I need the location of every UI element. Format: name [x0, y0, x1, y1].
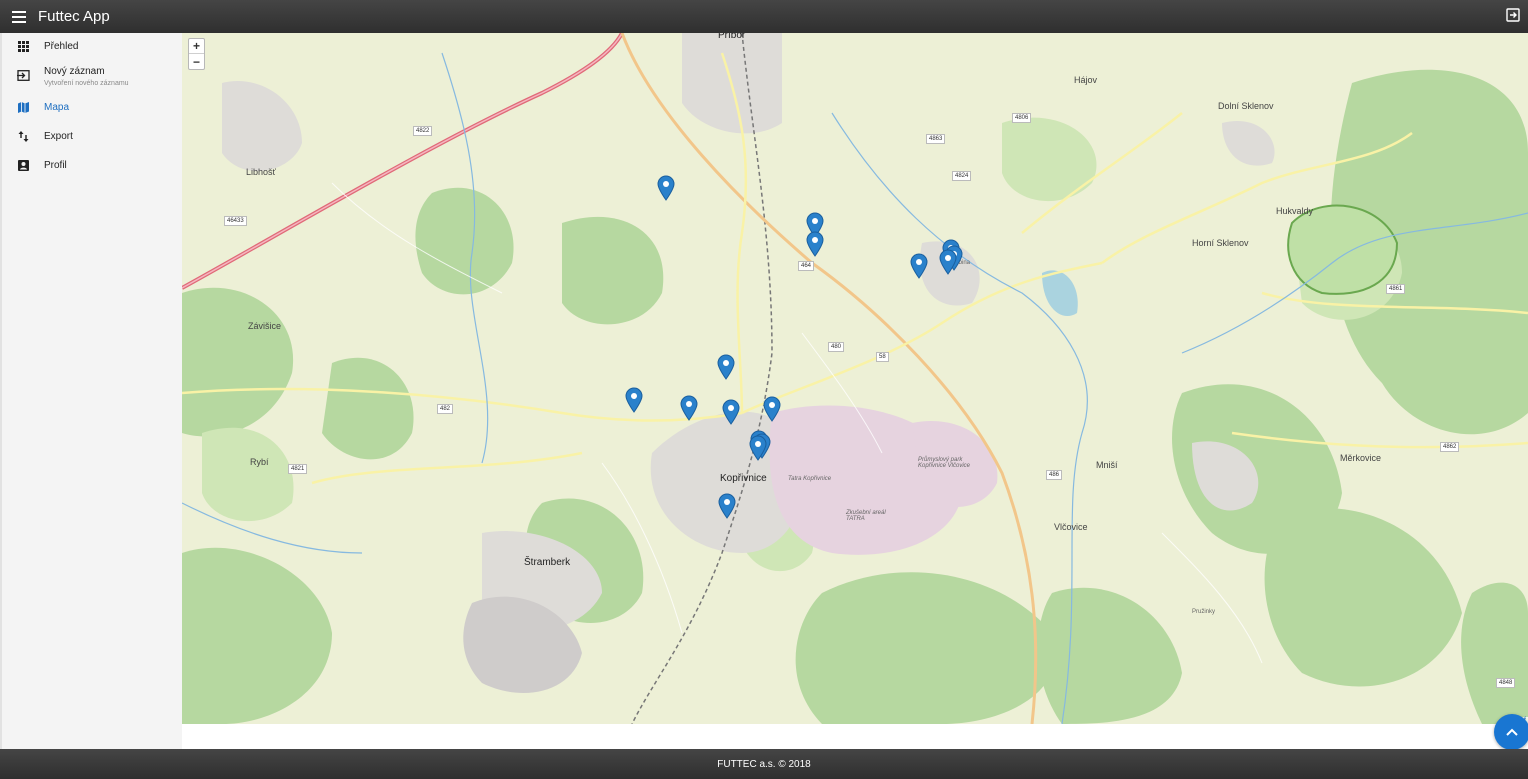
account-box-icon: [2, 159, 44, 171]
map-marker[interactable]: [939, 249, 957, 275]
road-badge: 482: [437, 404, 454, 414]
sidebar-item-mapa[interactable]: Mapa: [2, 101, 184, 114]
sidebar-item-label: Nový záznam: [44, 66, 105, 77]
chevron-up-icon: [1506, 723, 1518, 741]
top-app-bar: Futtec App: [0, 0, 1528, 33]
sidebar-item-sublabel: Vytvoření nového záznamu: [44, 80, 129, 87]
road-badge: 46433: [224, 216, 247, 226]
sidebar-item-label: Profil: [44, 160, 67, 171]
map-marker[interactable]: [680, 395, 698, 421]
road-badge: 4822: [413, 126, 433, 136]
map-marker[interactable]: [718, 493, 736, 519]
sidebar-item-label: Přehled: [44, 41, 79, 52]
footer-text: FUTTEC a.s. © 2018: [717, 758, 811, 770]
road-badge: 486: [1046, 470, 1063, 480]
road-badge: 4848: [1496, 678, 1516, 688]
logout-icon[interactable]: [1506, 8, 1522, 24]
road-badge: 480: [828, 342, 845, 352]
road-badge: 4862: [1440, 442, 1460, 452]
map-marker[interactable]: [722, 399, 740, 425]
road-badge: 58: [876, 352, 889, 362]
map-marker[interactable]: [763, 396, 781, 422]
footer: FUTTEC a.s. © 2018: [0, 749, 1528, 779]
grid-icon: [2, 40, 44, 52]
road-badge: 4821: [288, 464, 308, 474]
road-badge: 464: [798, 261, 815, 271]
sidebar: Přehled Nový záznam Vytvoření nového záz…: [0, 33, 182, 749]
map-view[interactable]: Příbor Kopřivnice Štramberk Lubina Hukva…: [182, 33, 1528, 724]
sidebar-item-prehled[interactable]: Přehled: [2, 40, 184, 53]
map-marker[interactable]: [806, 231, 824, 257]
map-marker[interactable]: [717, 354, 735, 380]
map-marker[interactable]: [749, 435, 767, 461]
sidebar-item-label: Export: [44, 131, 73, 142]
map-marker[interactable]: [910, 253, 928, 279]
app-title: Futtec App: [38, 8, 110, 25]
map-marker[interactable]: [657, 175, 675, 201]
map-marker[interactable]: [625, 387, 643, 413]
map-tiles: [182, 33, 1528, 724]
login-icon: [2, 65, 44, 81]
sidebar-item-novy-zaznam[interactable]: Nový záznam Vytvoření nového záznamu: [2, 65, 184, 89]
menu-icon[interactable]: [0, 0, 38, 33]
zoom-out-button[interactable]: −: [189, 54, 204, 69]
sort-arrows-icon: [2, 130, 44, 142]
zoom-control: + −: [188, 38, 205, 70]
road-badge: 4824: [952, 171, 972, 181]
map-icon: [2, 101, 44, 113]
sidebar-item-label: Mapa: [44, 102, 70, 113]
zoom-in-button[interactable]: +: [189, 39, 204, 54]
road-badge: 4863: [926, 134, 946, 144]
scroll-top-button[interactable]: [1494, 714, 1528, 750]
road-badge: 4861: [1386, 284, 1406, 294]
sidebar-item-export[interactable]: Export: [2, 130, 184, 143]
road-badge: 4806: [1012, 113, 1032, 123]
sidebar-item-profil[interactable]: Profil: [2, 159, 184, 172]
